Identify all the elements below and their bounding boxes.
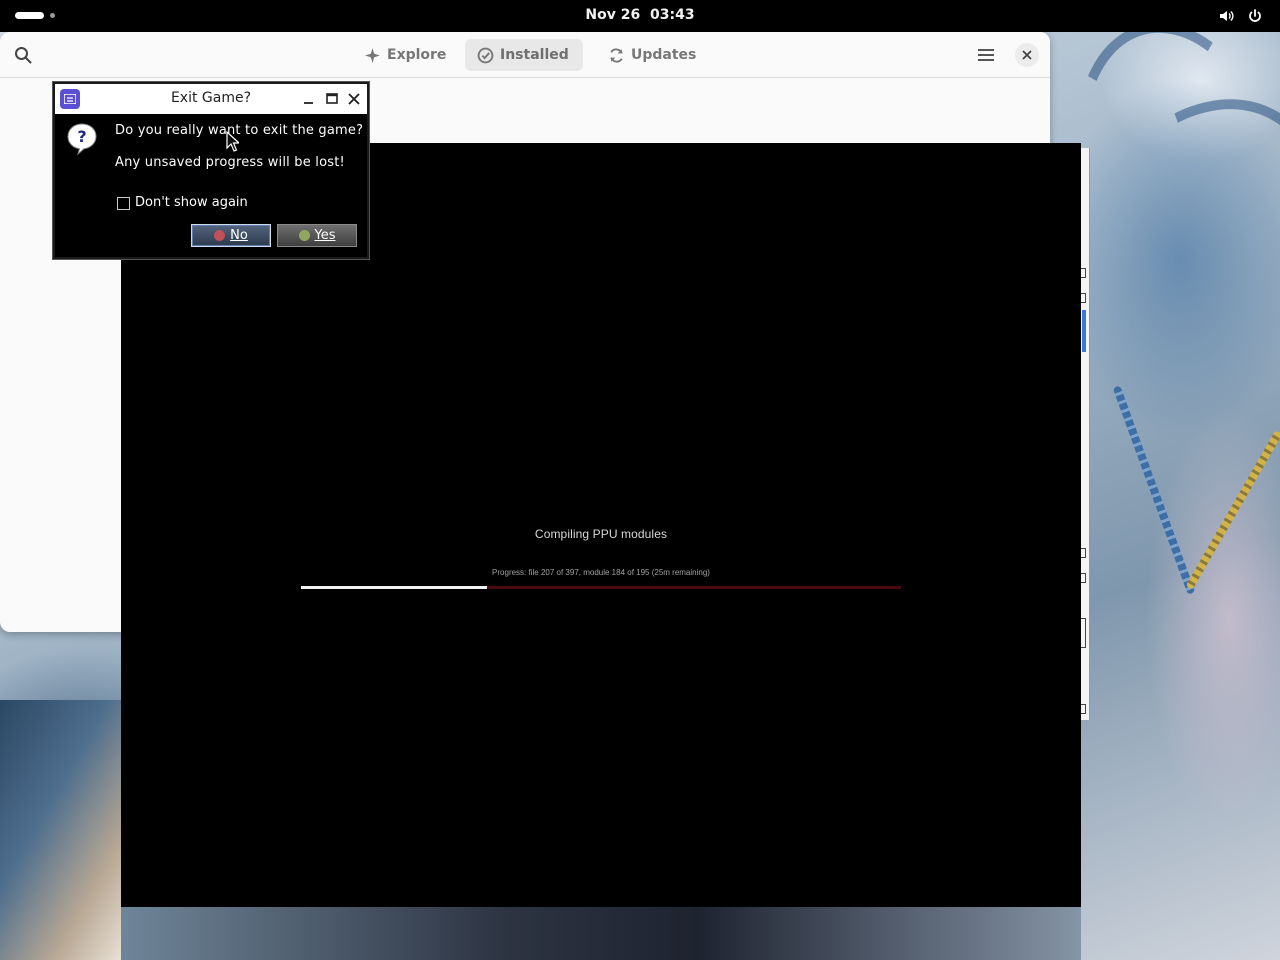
power-icon[interactable]: [1247, 8, 1263, 24]
no-button-icon: [214, 230, 226, 241]
dont-show-again-checkbox[interactable]: [117, 197, 130, 210]
volume-icon[interactable]: [1218, 8, 1234, 24]
dialog-title: Exit Game?: [170, 90, 252, 106]
compile-status-title: Compiling PPU modules: [534, 527, 668, 541]
clock-date: Nov 26: [585, 7, 641, 23]
hamburger-menu-icon[interactable]: [977, 47, 995, 63]
window-close-button[interactable]: [1015, 43, 1039, 67]
close-icon[interactable]: [347, 92, 361, 106]
yes-button[interactable]: Yes: [277, 224, 357, 247]
search-icon[interactable]: [14, 46, 32, 64]
window-edge-selection: [1082, 310, 1086, 352]
question-icon: ?: [67, 123, 97, 156]
compile-progress-bar: [301, 586, 901, 589]
sparkle-icon: [365, 47, 380, 63]
no-button-label: No: [230, 228, 248, 243]
yes-button-icon: [298, 230, 310, 241]
tab-installed-label: Installed: [500, 47, 569, 63]
yes-button-label: Yes: [314, 228, 336, 243]
refresh-icon: [610, 47, 623, 63]
clock-time: 03:43: [650, 7, 695, 23]
maximize-icon[interactable]: [325, 92, 339, 106]
wallpaper-lantern-area: [0, 700, 121, 960]
tab-explore-label: Explore: [387, 47, 447, 63]
compile-progress-fill: [301, 586, 487, 589]
no-button[interactable]: No: [191, 224, 271, 247]
dialog-titlebar[interactable]: Exit Game?: [55, 84, 367, 114]
exit-game-dialog: Exit Game? ? Do you really want to exit …: [53, 82, 369, 259]
dialog-question: Do you really want to exit the game?: [115, 123, 364, 138]
software-center-header: Explore Installed Updates: [0, 32, 1050, 78]
minimize-icon[interactable]: [302, 92, 316, 106]
tab-installed[interactable]: Installed: [465, 39, 583, 71]
top-bar: Nov 26 03:43: [0, 0, 1280, 32]
wallpaper-bead-string: [1185, 430, 1280, 590]
tab-updates[interactable]: Updates: [596, 39, 708, 71]
dialog-warning: Any unsaved progress will be lost!: [115, 155, 345, 170]
close-icon: [1022, 50, 1032, 60]
tab-explore[interactable]: Explore: [352, 39, 458, 71]
svg-text:?: ?: [77, 127, 86, 146]
compile-progress-text: Progress: file 207 of 397, module 184 of…: [492, 568, 710, 577]
tab-updates-label: Updates: [631, 47, 697, 63]
mouse-cursor-icon: [226, 131, 239, 152]
check-circle-icon: [477, 47, 494, 63]
wallpaper-bottom-figure: [121, 907, 1081, 960]
clock[interactable]: Nov 26 03:43: [0, 7, 1280, 23]
dont-show-again-label[interactable]: Don't show again: [135, 195, 248, 210]
